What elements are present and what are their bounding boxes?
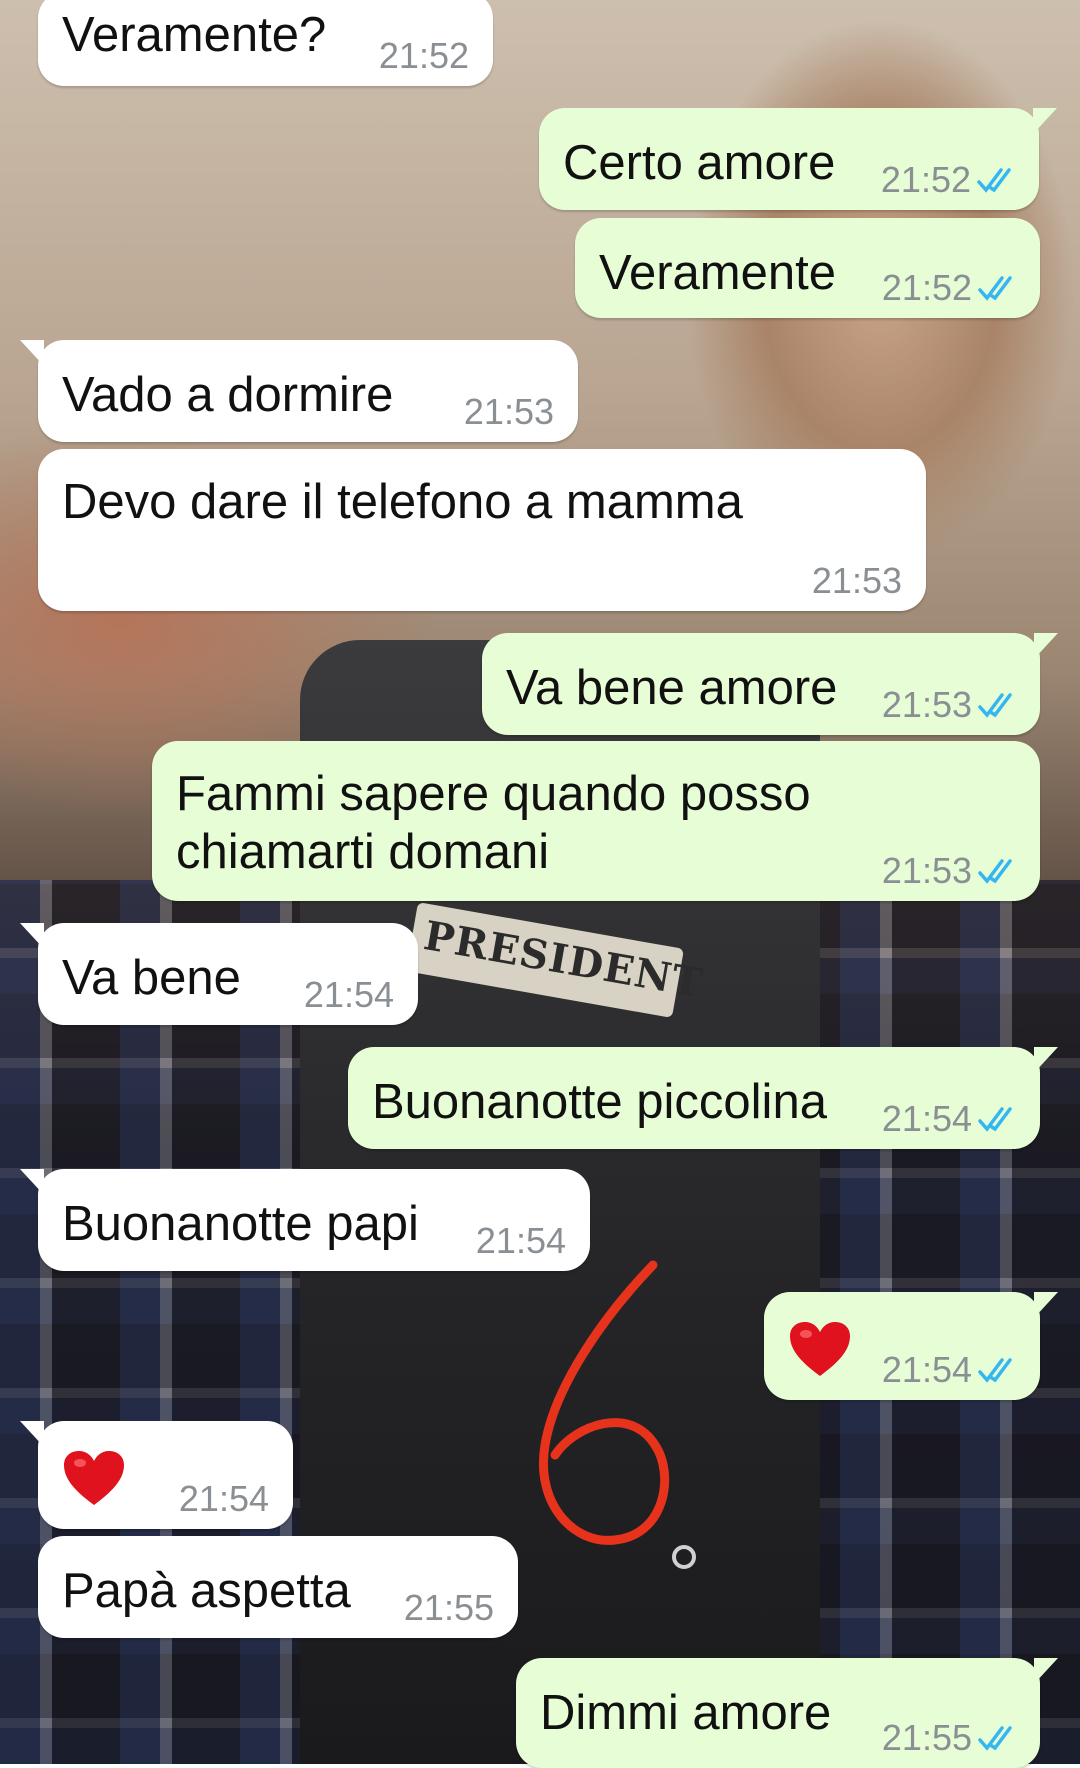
message-timestamp: 21:53	[882, 685, 1020, 725]
read-ticks-icon	[978, 693, 1012, 718]
message-bubble-incoming[interactable]: Veramente? 21:52	[38, 0, 493, 86]
message-bubble-outgoing[interactable]: Dimmi amore 21:55	[516, 1658, 1058, 1768]
message-bubble-outgoing[interactable]: 21:54	[764, 1292, 1058, 1400]
message-timestamp: 21:54	[475, 1220, 566, 1261]
read-ticks-icon	[978, 859, 1012, 884]
message-timestamp: 21:53	[463, 391, 554, 432]
message-bubble-incoming[interactable]: Buonanotte papi 21:54	[20, 1169, 590, 1271]
message-bubble-incoming[interactable]: 21:54	[20, 1421, 293, 1529]
read-ticks-icon	[977, 168, 1011, 193]
read-ticks-icon	[978, 1726, 1012, 1751]
message-text: Devo dare il telefono a mamma	[62, 475, 743, 529]
message-timestamp: 21:54	[882, 1350, 1020, 1390]
message-timestamp: 21:52	[378, 35, 469, 76]
message-bubble-incoming[interactable]: Vado a dormire 21:53	[20, 340, 578, 442]
message-timestamp: 21:52	[881, 160, 1019, 200]
message-bubble-incoming[interactable]: Va bene 21:54	[20, 923, 418, 1025]
message-bubble-incoming[interactable]: Papà aspetta 21:55	[38, 1536, 518, 1638]
heart-icon	[790, 1322, 850, 1376]
read-ticks-icon	[978, 1358, 1012, 1383]
heart-icon	[64, 1451, 124, 1505]
message-bubble-incoming[interactable]: Devo dare il telefono a mamma 21:53	[38, 449, 926, 611]
message-timestamp: 21:55	[882, 1718, 1020, 1758]
message-bubble-outgoing[interactable]: Va bene amore 21:53	[482, 633, 1058, 735]
message-bubble-outgoing[interactable]: Veramente 21:52	[575, 218, 1040, 318]
read-ticks-icon	[978, 1107, 1012, 1132]
message-timestamp: 21:53	[811, 560, 902, 601]
message-timestamp: 21:54	[882, 1099, 1020, 1139]
message-timestamp: 21:54	[303, 974, 394, 1015]
message-bubble-outgoing[interactable]: Buonanotte piccolina 21:54	[348, 1047, 1058, 1149]
message-bubble-outgoing[interactable]: Certo amore 21:52	[539, 108, 1057, 210]
message-timestamp: 21:55	[403, 1587, 494, 1628]
message-bubble-outgoing[interactable]: Fammi sapere quando posso chiamarti doma…	[152, 741, 1040, 901]
red-annotation-scribble	[539, 1260, 670, 1545]
message-timestamp: 21:54	[178, 1478, 269, 1519]
message-timestamp: 21:53	[882, 851, 1020, 891]
message-timestamp: 21:52	[882, 268, 1020, 308]
read-ticks-icon	[978, 276, 1012, 301]
